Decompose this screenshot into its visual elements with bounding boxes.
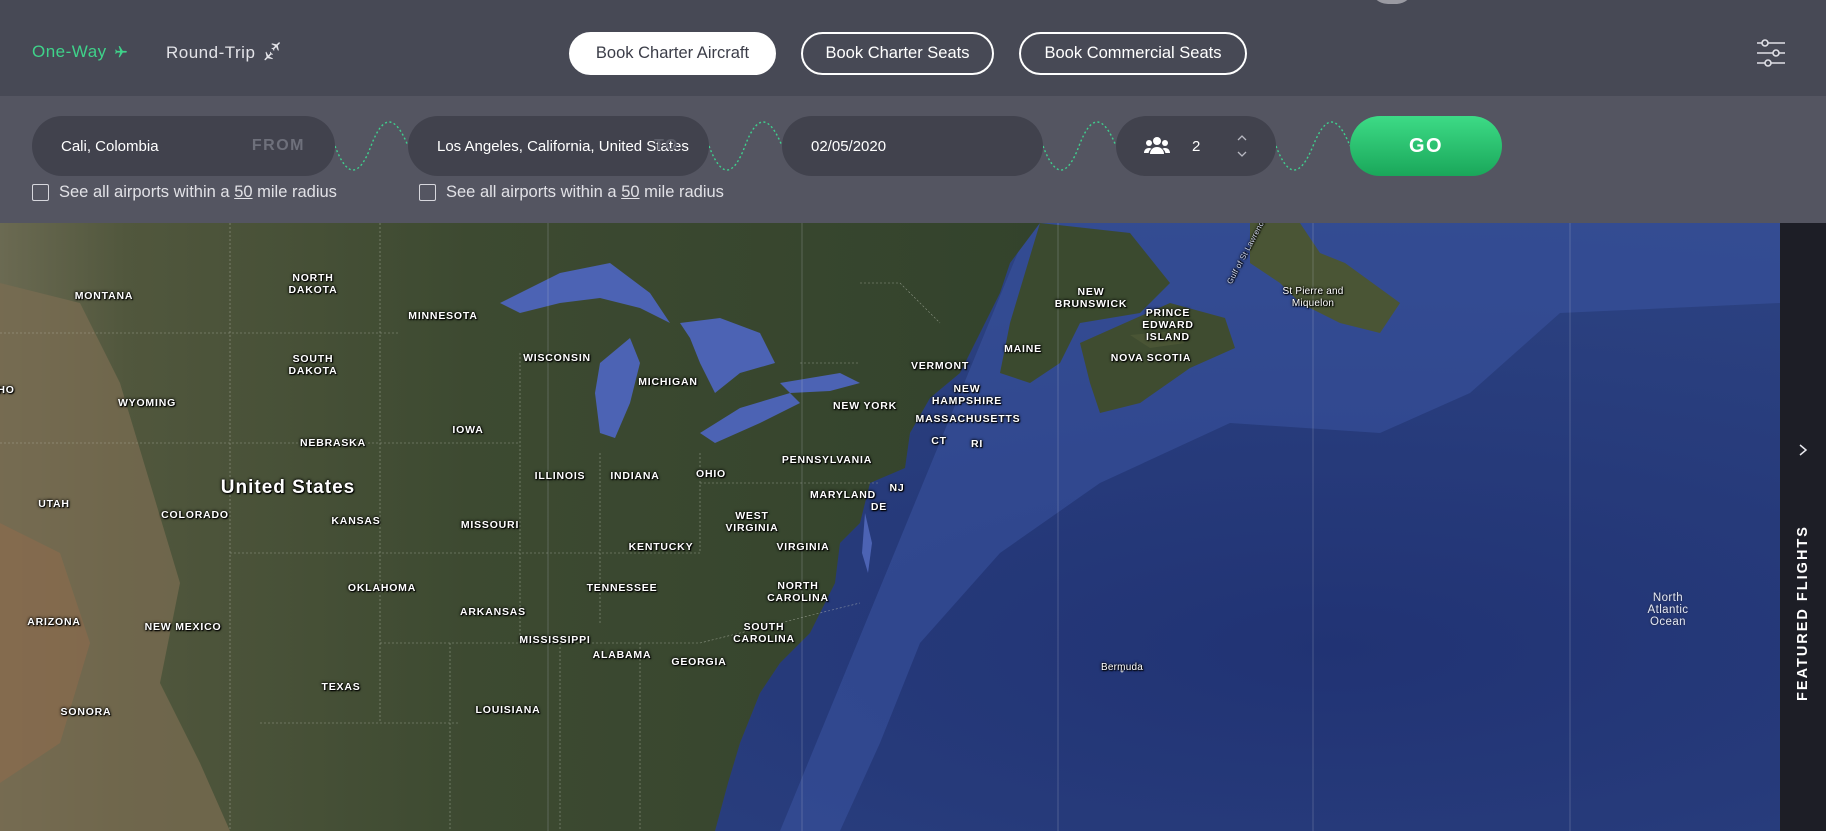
decrease-passengers-button[interactable] [1234,146,1250,162]
connector-wave [1043,121,1116,171]
book-commercial-seats-tab[interactable]: Book Commercial Seats [1019,32,1247,75]
map-label-georgia: GEORGIA [671,656,727,668]
to-radius-checkbox[interactable] [419,184,436,201]
map-label-new-mexico: NEW MEXICO [144,621,222,633]
map-label-north-atlantic-ocean: North Atlantic Ocean [1647,592,1689,628]
map-label-bermuda: Bermuda [1101,662,1143,673]
from-tag: FROM [251,137,305,154]
map-label-missouri: MISSOURI [460,519,520,531]
map-label-wyoming: WYOMING [117,397,177,409]
map-label-nj: NJ [889,482,905,494]
map-label-north-carolina: NORTH CAROLINA [767,580,829,604]
date-value: 02/05/2020 [811,137,887,155]
round-trip-option[interactable]: Round-Trip [166,42,284,64]
map-label-new-brunswick: NEW BRUNSWICK [1054,286,1128,310]
map-label-new-hampshire: NEW HAMPSHIRE [931,383,1003,407]
map-label-south-carolina: SOUTH CAROLINA [733,621,795,645]
featured-flights-tab[interactable]: FEATURED FLIGHTS [1780,223,1826,831]
map-label-de: DE [870,501,888,513]
connector-wave [335,121,408,171]
map-label-montana: MONTANA [74,290,134,302]
map-label-united-states: United States [220,477,356,498]
chevron-up-down-icon [1234,130,1250,162]
radius-prefix: See all airports within a [59,183,230,201]
map-label-arkansas: ARKANSAS [460,606,526,618]
increase-passengers-button[interactable] [1234,130,1250,146]
from-radius-option: See all airports within a 50 mile radius [32,183,337,202]
map-label-iowa: IOWA [452,424,484,436]
radius-suffix: mile radius [257,183,337,201]
map-label-idaho: HO [0,384,15,396]
to-field[interactable]: Los Angeles, California, United States T… [408,116,709,176]
map-label-new-york: NEW YORK [833,400,897,412]
map-label-ct: CT [931,435,947,447]
map-label-illinois: ILLINOIS [534,470,586,482]
map-label-michigan: MICHIGAN [638,376,698,388]
map-label-ri: RI [970,438,984,450]
from-radius-miles[interactable]: 50 [234,183,252,201]
airplane-icon [114,46,127,58]
map-label-colorado: COLORADO [161,509,229,521]
map-label-wisconsin: WISCONSIN [523,352,591,364]
passenger-count-field[interactable]: 2 [1116,116,1276,176]
map-label-pennsylvania: PENNSYLVANIA [781,454,873,466]
to-tag: TO [654,137,679,154]
map-imagery [0,223,1780,831]
map-label-west-virginia: WEST VIRGINIA [725,510,779,534]
map-label-tennessee: TENNESSEE [586,582,658,594]
map-label-oklahoma: OKLAHOMA [347,582,417,594]
map-label-arizona: ARIZONA [27,616,81,628]
book-charter-aircraft-tab[interactable]: Book Charter Aircraft [569,32,776,75]
chevron-right-icon [1799,444,1808,456]
map-label-maryland: MARYLAND [809,489,877,501]
user-avatar[interactable] [1370,0,1414,4]
to-radius-miles[interactable]: 50 [621,183,639,201]
featured-flights-label: FEATURED FLIGHTS [1795,525,1811,701]
from-radius-checkbox[interactable] [32,184,49,201]
one-way-label: One-Way [32,42,107,61]
people-group-icon [1144,137,1170,154]
map-label-louisiana: LOUISIANA [475,704,541,716]
map-label-mississippi: MISSISSIPPI [519,634,591,646]
map-label-minnesota: MINNESOTA [408,310,478,322]
radius-suffix: mile radius [644,183,724,201]
map-label-kentucky: KENTUCKY [628,541,694,553]
map-label-prince-edward-island: PRINCE EDWARD ISLAND [1142,307,1194,343]
top-bar: One-Way Round-Trip Book Charter Aircraft… [0,0,1826,96]
map-label-south-dakota: SOUTH DAKOTA [288,353,338,377]
map-label-kansas: KANSAS [331,515,381,527]
map-label-st-pierre: St Pierre and Miquelon [1282,286,1344,309]
map-label-maine: MAINE [1004,343,1042,355]
map-label-vermont: VERMONT [910,360,970,372]
go-button[interactable]: GO [1350,116,1502,176]
sliders-icon[interactable] [1756,38,1786,68]
map-label-nebraska: NEBRASKA [300,437,366,449]
map-label-alabama: ALABAMA [592,649,652,661]
date-field[interactable]: 02/05/2020 [782,116,1043,176]
map-label-sonora: SONORA [60,706,112,718]
map-label-ohio: OHIO [695,468,727,480]
map-label-virginia: VIRGINIA [776,541,830,553]
book-charter-seats-tab[interactable]: Book Charter Seats [801,32,994,75]
to-radius-option: See all airports within a 50 mile radius [419,183,724,202]
passenger-count-value: 2 [1192,137,1201,155]
map-label-massachusetts: MASSACHUSETTS [915,413,1021,425]
round-trip-label: Round-Trip [166,43,256,62]
radius-prefix: See all airports within a [446,183,617,201]
from-field[interactable]: Cali, Colombia FROM [32,116,335,176]
to-value: Los Angeles, California, United States [437,137,689,155]
map-label-utah: UTAH [38,498,70,510]
connector-wave [709,121,782,171]
map-label-north-dakota: NORTH DAKOTA [288,272,338,296]
satellite-map[interactable]: MONTANA NORTH DAKOTA MINNESOTA SOUTH DAK… [0,223,1780,831]
map-label-indiana: INDIANA [610,470,660,482]
connector-wave [1276,121,1350,171]
one-way-option[interactable]: One-Way [32,42,128,62]
flight-search-bar: Cali, Colombia FROM Los Angeles, Califor… [0,96,1826,223]
round-trip-planes-icon [264,42,281,61]
from-value: Cali, Colombia [61,137,159,155]
map-label-nova-scotia: NOVA SCOTIA [1110,352,1192,364]
map-label-texas: TEXAS [321,681,361,693]
